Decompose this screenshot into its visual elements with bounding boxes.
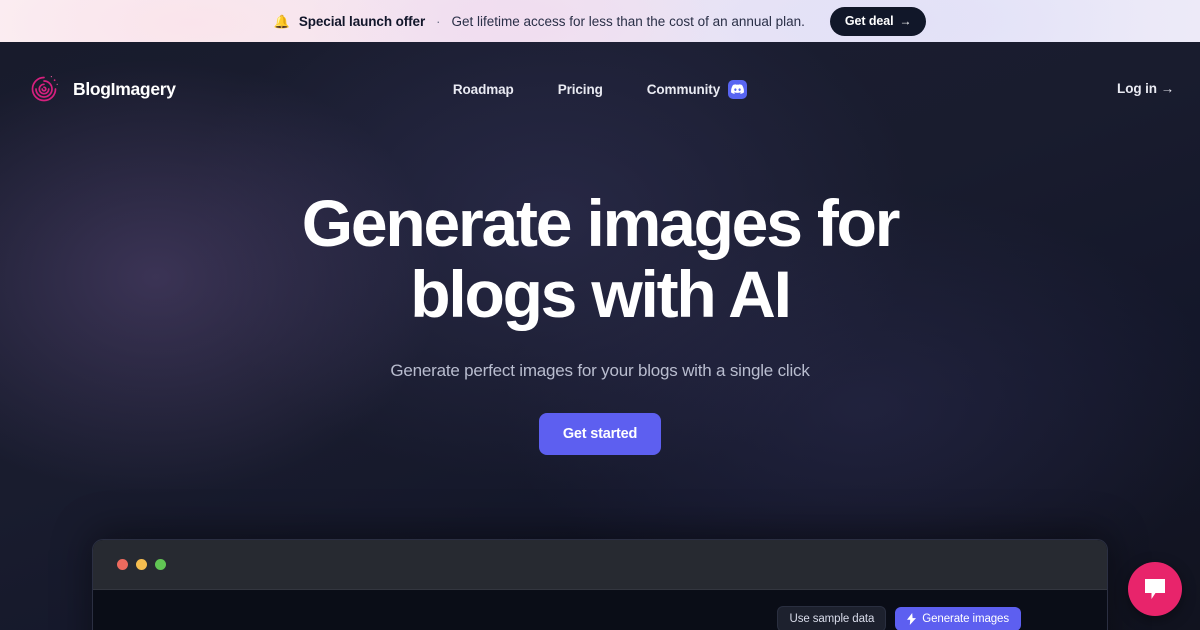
window-close-dot[interactable] — [117, 559, 128, 570]
generate-images-button[interactable]: Generate images — [895, 607, 1021, 630]
app-preview-body: Use sample data Generate images Settings — [93, 590, 1107, 630]
hero-title-line-1: Generate images for — [301, 186, 901, 260]
announcement-content: 🔔 Special launch offer · Get lifetime ac… — [273, 6, 927, 36]
spiral-galaxy-icon — [31, 76, 58, 102]
nav-link-roadmap[interactable]: Roadmap — [453, 82, 514, 97]
app-toolbar: Use sample data Generate images — [107, 600, 1093, 630]
hero-title-line-2: blogs with AI — [410, 257, 792, 332]
get-started-button[interactable]: Get started — [538, 412, 662, 455]
window-minimize-dot[interactable] — [136, 559, 147, 570]
landing-page: 🔔 Special launch offer · Get lifetime ac… — [0, 0, 1200, 630]
window-maximize-dot[interactable] — [155, 559, 166, 570]
navbar: BlogImagery Roadmap Pricing Community Lo… — [0, 42, 1200, 136]
nav-link-pricing[interactable]: Pricing — [558, 82, 603, 97]
nav-link-community-label: Community — [646, 81, 721, 97]
brand-name: BlogImagery — [73, 78, 176, 99]
arrow-right-icon: → — [1160, 81, 1175, 96]
login-label: Log in — [1117, 81, 1157, 96]
discord-icon — [728, 79, 748, 99]
get-deal-button[interactable]: Get deal → — [829, 6, 927, 36]
page-title: Generate images for blogs with AI — [250, 186, 950, 332]
announcement-separator: · — [436, 13, 441, 29]
bell-icon: 🔔 — [273, 13, 290, 29]
hero-section: BlogImagery Roadmap Pricing Community Lo… — [0, 42, 1200, 630]
use-sample-data-button[interactable]: Use sample data — [777, 606, 887, 630]
hero-subtitle: Generate perfect images for your blogs w… — [390, 360, 810, 380]
nav-link-roadmap-label: Roadmap — [452, 81, 514, 97]
get-deal-label: Get deal — [844, 13, 894, 28]
nav-right: Log in → — [1117, 80, 1174, 98]
announcement-description: Get lifetime access for less than the co… — [451, 13, 805, 29]
nav-link-community[interactable]: Community — [646, 79, 748, 99]
nav-link-pricing-label: Pricing — [557, 81, 603, 97]
hero-cta-wrapper: Get started — [0, 412, 1200, 455]
chat-widget-button[interactable] — [1128, 562, 1182, 616]
brand-logo-link[interactable]: BlogImagery — [26, 71, 176, 107]
nav-links: Roadmap Pricing Community — [0, 79, 1200, 99]
chat-bubble-icon — [1145, 579, 1165, 599]
announcement-headline: Special launch offer — [298, 13, 426, 29]
login-link[interactable]: Log in → — [1117, 81, 1174, 96]
generate-images-label: Generate images — [922, 613, 1009, 625]
announcement-banner: 🔔 Special launch offer · Get lifetime ac… — [0, 0, 1200, 42]
lightning-bolt-icon — [907, 613, 917, 625]
window-titlebar — [93, 540, 1107, 590]
app-preview-window: Use sample data Generate images Settings — [92, 539, 1108, 630]
arrow-right-icon: → — [899, 13, 912, 28]
hero-content: Generate images for blogs with AI Genera… — [0, 136, 1200, 455]
